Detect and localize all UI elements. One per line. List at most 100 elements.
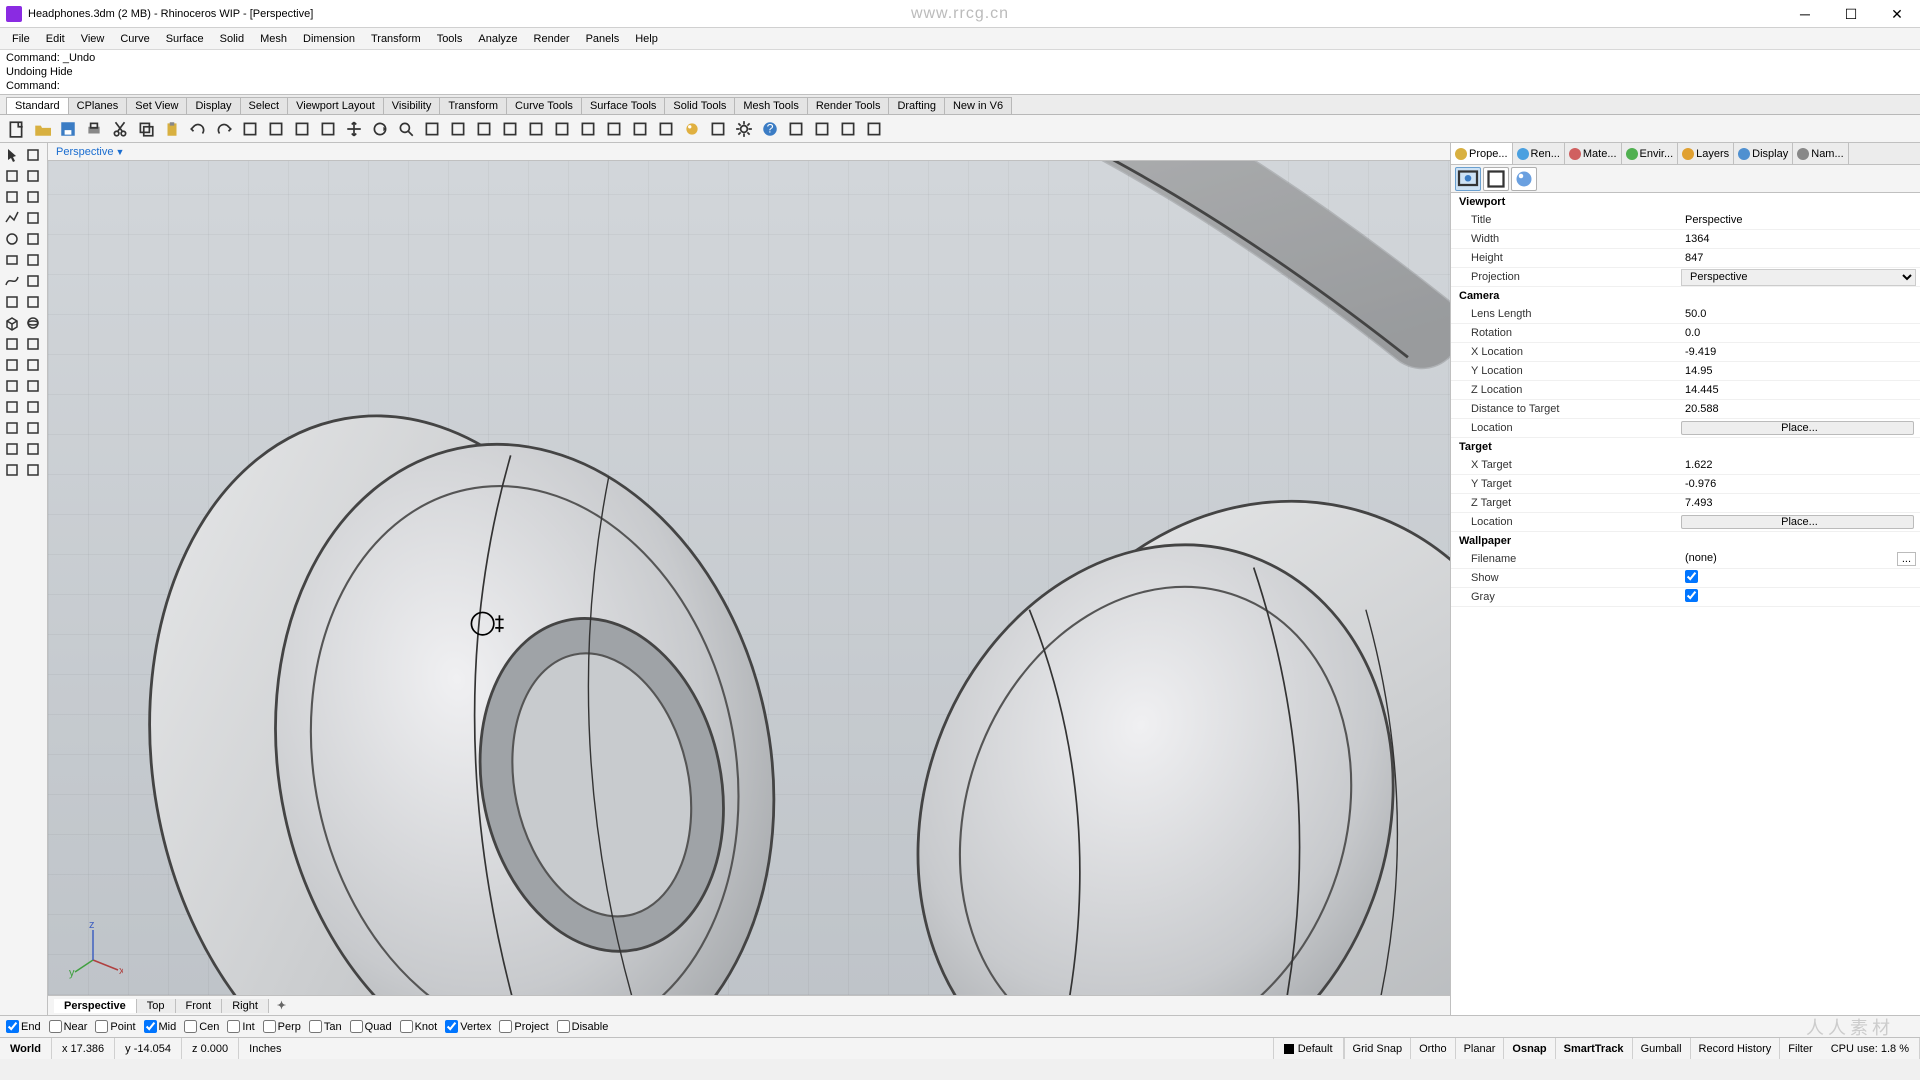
toolbar-tab-solid-tools[interactable]: Solid Tools [664, 97, 735, 114]
set-cplane-icon[interactable] [264, 117, 288, 141]
menu-transform[interactable]: Transform [363, 31, 429, 47]
cplane-icon[interactable] [2, 187, 22, 207]
new-icon[interactable] [4, 117, 28, 141]
close-button[interactable]: ✕ [1874, 0, 1920, 28]
prop-value[interactable]: 14.445 [1681, 384, 1920, 396]
panel-tab-mate[interactable]: Mate... [1565, 143, 1622, 164]
status-toggle-ortho[interactable]: Ortho [1410, 1038, 1455, 1059]
copy-icon[interactable] [134, 117, 158, 141]
viewport-tab-top[interactable]: Top [137, 999, 176, 1013]
toolbar-tab-surface-tools[interactable]: Surface Tools [581, 97, 665, 114]
menu-dimension[interactable]: Dimension [295, 31, 363, 47]
box-icon[interactable] [2, 313, 22, 333]
revolve-icon[interactable] [23, 376, 43, 396]
sphere-icon[interactable] [23, 313, 43, 333]
minimize-button[interactable]: ─ [1782, 0, 1828, 28]
prop-select[interactable]: Perspective [1681, 269, 1916, 286]
object-props-icon[interactable] [810, 117, 834, 141]
menu-help[interactable]: Help [627, 31, 666, 47]
prop-value[interactable]: 20.588 [1681, 403, 1920, 415]
save-icon[interactable] [56, 117, 80, 141]
toolbar-tab-cplanes[interactable]: CPlanes [68, 97, 128, 114]
rectangle-icon[interactable] [2, 250, 22, 270]
osnap-disable[interactable]: Disable [557, 1020, 609, 1033]
panel-tab-layers[interactable]: Layers [1678, 143, 1734, 164]
undo-view-icon[interactable] [472, 117, 496, 141]
named-views-icon[interactable] [316, 117, 340, 141]
lasso-icon[interactable] [23, 145, 43, 165]
toolbar-tab-standard[interactable]: Standard [6, 97, 69, 114]
prop-value[interactable]: 50.0 [1681, 308, 1920, 320]
set-layer-icon[interactable] [550, 117, 574, 141]
menu-file[interactable]: File [4, 31, 38, 47]
osnap-near[interactable]: Near [49, 1020, 88, 1033]
add-viewport-button[interactable]: ✦ [269, 998, 294, 1013]
plan-view-icon[interactable] [290, 117, 314, 141]
prop-value[interactable]: -9.419 [1681, 346, 1920, 358]
prop-value[interactable]: 14.95 [1681, 365, 1920, 377]
viewport-tab-front[interactable]: Front [176, 999, 223, 1013]
prop-checkbox[interactable] [1685, 589, 1698, 602]
cylinder-icon[interactable] [2, 334, 22, 354]
surface-icon[interactable] [2, 355, 22, 375]
maximize-button[interactable]: ☐ [1828, 0, 1874, 28]
object-props-button[interactable] [1483, 167, 1509, 191]
point-icon[interactable] [23, 208, 43, 228]
toolbar-tab-drafting[interactable]: Drafting [888, 97, 945, 114]
osnap-mid[interactable]: Mid [144, 1020, 177, 1033]
prop-value[interactable]: 0.0 [1681, 327, 1920, 339]
menu-analyze[interactable]: Analyze [470, 31, 525, 47]
panel-tab-prope[interactable]: Prope... [1451, 143, 1513, 164]
redo-view-icon[interactable] [498, 117, 522, 141]
move-cplane-icon[interactable] [238, 117, 262, 141]
menu-render[interactable]: Render [526, 31, 578, 47]
menu-surface[interactable]: Surface [158, 31, 212, 47]
prop-button[interactable]: Place... [1681, 421, 1914, 435]
menu-curve[interactable]: Curve [112, 31, 157, 47]
toolbar-tab-curve-tools[interactable]: Curve Tools [506, 97, 582, 114]
polyline-icon[interactable] [2, 208, 22, 228]
boolean-icon[interactable] [2, 397, 22, 417]
toolbar-tab-select[interactable]: Select [240, 97, 289, 114]
menu-view[interactable]: View [73, 31, 113, 47]
paste-icon[interactable] [160, 117, 184, 141]
menu-solid[interactable]: Solid [212, 31, 252, 47]
prop-value[interactable]: 1364 [1681, 233, 1920, 245]
show-icon[interactable] [576, 117, 600, 141]
status-toggle-planar[interactable]: Planar [1455, 1038, 1504, 1059]
panel-tab-ren[interactable]: Ren... [1513, 143, 1565, 164]
panel-tab-envir[interactable]: Envir... [1622, 143, 1679, 164]
cone-icon[interactable] [23, 334, 43, 354]
edit-layers-icon[interactable] [784, 117, 808, 141]
interp-curve-icon[interactable] [23, 271, 43, 291]
menu-tools[interactable]: Tools [429, 31, 471, 47]
open-icon[interactable] [30, 117, 54, 141]
toolbar-tab-transform[interactable]: Transform [439, 97, 507, 114]
osnap-tan[interactable]: Tan [309, 1020, 342, 1033]
status-layer[interactable]: Default [1274, 1038, 1344, 1059]
status-coord-system[interactable]: World [0, 1038, 52, 1059]
text-icon[interactable] [23, 292, 43, 312]
zoom-selected-icon[interactable] [446, 117, 470, 141]
mirror-icon[interactable] [23, 439, 43, 459]
pan-icon[interactable] [342, 117, 366, 141]
viewport-tab-perspective[interactable]: Perspective [54, 999, 137, 1013]
unlock-icon[interactable] [654, 117, 678, 141]
layer-states-icon[interactable] [524, 117, 548, 141]
viewport-props-button[interactable] [1455, 167, 1481, 191]
osnap-project[interactable]: Project [499, 1020, 548, 1033]
array-icon[interactable] [2, 439, 22, 459]
viewport-label[interactable]: Perspective▼ [52, 146, 128, 158]
toolbar-tab-viewport-layout[interactable]: Viewport Layout [287, 97, 384, 114]
prop-value[interactable]: 847 [1681, 252, 1920, 264]
osnap-cen[interactable]: Cen [184, 1020, 219, 1033]
curve-icon[interactable] [2, 271, 22, 291]
osnap-vertex[interactable]: Vertex [445, 1020, 491, 1033]
circle-icon[interactable] [2, 229, 22, 249]
status-toggle-grid-snap[interactable]: Grid Snap [1344, 1038, 1411, 1059]
redo-icon[interactable] [212, 117, 236, 141]
status-toggle-osnap[interactable]: Osnap [1503, 1038, 1554, 1059]
fillet-icon[interactable] [2, 418, 22, 438]
panel-tab-nam[interactable]: Nam... [1793, 143, 1848, 164]
wireframe-icon[interactable] [862, 117, 886, 141]
